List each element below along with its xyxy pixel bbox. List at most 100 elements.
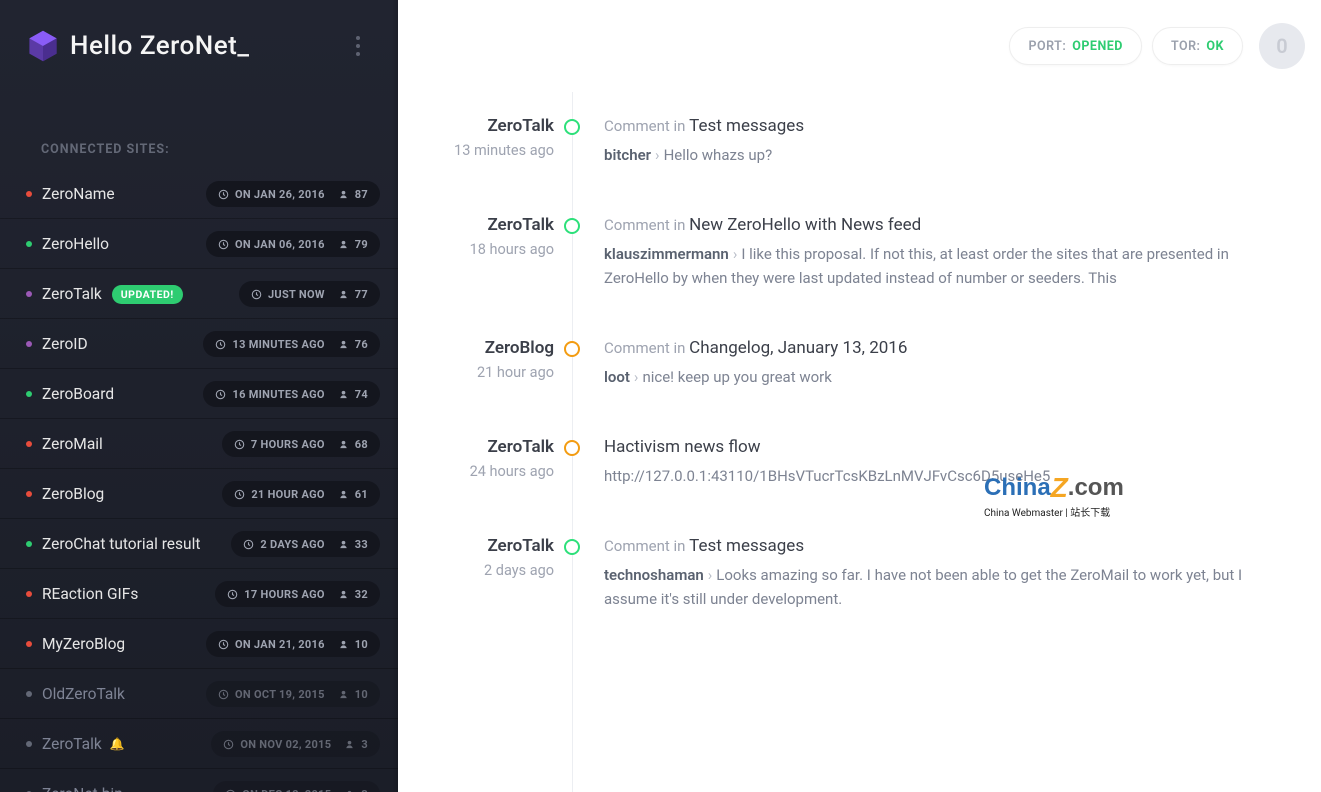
feed-body: klauszimmermann›I like this proposal. If…: [604, 243, 1278, 290]
site-peers: 61: [355, 488, 368, 501]
site-peers: 33: [355, 538, 368, 551]
status-dot-icon: [26, 191, 32, 197]
site-peers: 74: [355, 388, 368, 401]
site-name: OldZeroTalk: [42, 685, 125, 703]
site-name: ZeroTalk: [42, 735, 102, 753]
feed-title-line: Comment in Test messages: [604, 116, 804, 136]
user-icon: [338, 639, 349, 650]
clock-icon: [218, 689, 229, 700]
topbar: PORT: OPENED TOR: OK 0: [398, 0, 1321, 92]
feed-item-meta: ZeroTalk2 days ago: [398, 536, 572, 611]
app-title: Hello ZeroNet_: [70, 31, 249, 61]
feed-title: Hactivism news flow: [604, 437, 761, 457]
site-time: JUST NOW: [268, 288, 325, 301]
site-peers: 3: [361, 788, 368, 792]
site-row[interactable]: ZeroNet.binON DEC 12, 20153: [0, 769, 398, 792]
user-avatar[interactable]: 0: [1259, 23, 1305, 69]
site-meta-pill: ON JAN 06, 201679: [206, 231, 380, 257]
user-icon: [338, 289, 349, 300]
bell-icon: 🔔: [110, 737, 125, 751]
feed-item[interactable]: ZeroBlog21 hour agoComment in Changelog,…: [398, 314, 1321, 413]
feed-item[interactable]: ZeroTalk24 hours agoHactivism news flowh…: [398, 413, 1321, 512]
feed-text: nice! keep up you great work: [642, 368, 831, 386]
timeline-ring-icon: [564, 119, 580, 135]
site-row[interactable]: MyZeroBlogON JAN 21, 201610: [0, 619, 398, 669]
more-menu-button[interactable]: [344, 32, 372, 60]
feed-body: bitcher›Hello whazs up?: [604, 144, 804, 167]
feed-title-line: Comment in Changelog, January 13, 2016: [604, 338, 907, 358]
site-time: 2 DAYS AGO: [260, 538, 324, 551]
site-time: 17 HOURS AGO: [244, 588, 325, 601]
site-row[interactable]: ZeroBlog 21 HOUR AGO 61: [0, 469, 398, 519]
site-peers: 3: [361, 738, 368, 751]
site-name: ZeroID: [42, 335, 88, 353]
separator: ›: [708, 566, 713, 584]
site-peers: 76: [355, 338, 368, 351]
port-value: OPENED: [1072, 39, 1123, 54]
user-icon: [338, 539, 349, 550]
feed-prefix: Comment in: [604, 117, 689, 135]
site-peers: 68: [355, 438, 368, 451]
feed-item-content: Comment in Changelog, January 13, 2016 lo…: [588, 338, 907, 389]
site-row[interactable]: ZeroTalkUPDATED!JUST NOW77: [0, 269, 398, 319]
feed-source: ZeroTalk: [398, 536, 554, 556]
site-time: 21 HOUR AGO: [251, 488, 324, 501]
port-status-chip[interactable]: PORT: OPENED: [1009, 27, 1141, 65]
site-time: 16 MINUTES AGO: [232, 388, 324, 401]
feed-title: Test messages: [689, 116, 804, 136]
feed-title: Test messages: [689, 536, 804, 556]
site-row[interactable]: REaction GIFs17 HOURS AGO32: [0, 569, 398, 619]
feed-item[interactable]: ZeroTalk13 minutes ago Comment in Test me…: [398, 92, 1321, 191]
site-row[interactable]: ZeroTalk 🔔 ON NOV 02, 20153: [0, 719, 398, 769]
feed-title-line: Comment in Test messages: [604, 536, 1278, 556]
site-row[interactable]: ZeroHelloON JAN 06, 201679: [0, 219, 398, 269]
feed-prefix: Comment in: [604, 537, 689, 555]
site-peers: 10: [355, 688, 368, 701]
site-meta-pill: 21 HOUR AGO 61: [222, 481, 380, 507]
clock-icon: [218, 189, 229, 200]
feed-item[interactable]: ZeroTalk18 hours agoComment in New ZeroH…: [398, 191, 1321, 314]
site-meta-pill: JUST NOW 77: [239, 281, 380, 307]
site-meta-pill: 2 DAYS AGO 33: [231, 531, 380, 557]
clock-icon: [218, 239, 229, 250]
feed-item-content: Comment in Test messagestechnoshaman›Loo…: [588, 536, 1278, 611]
site-row[interactable]: ZeroNameON JAN 26, 201687: [0, 169, 398, 219]
status-dot-icon: [26, 491, 32, 497]
feed-source: ZeroTalk: [398, 215, 554, 235]
feed-user: loot: [604, 368, 630, 386]
site-row[interactable]: ZeroBoard16 MINUTES AGO74: [0, 369, 398, 419]
feed-title: New ZeroHello with News feed: [689, 215, 921, 235]
sidebar: Hello ZeroNet_ CONNECTED SITES: ZeroName…: [0, 0, 398, 792]
site-name: ZeroName: [42, 185, 115, 203]
site-peers: 77: [355, 288, 368, 301]
status-dot-icon: [26, 241, 32, 247]
site-time: 13 MINUTES AGO: [232, 338, 324, 351]
separator: ›: [634, 368, 639, 386]
site-row[interactable]: ZeroChat tutorial result2 DAYS AGO33: [0, 519, 398, 569]
feed-source: ZeroBlog: [398, 338, 554, 358]
tor-status-chip[interactable]: TOR: OK: [1152, 27, 1243, 65]
site-time: ON OCT 19, 2015: [235, 688, 325, 701]
clock-icon: [227, 589, 238, 600]
site-meta-pill: ON NOV 02, 20153: [211, 731, 380, 757]
status-dot-icon: [26, 591, 32, 597]
feed-item[interactable]: ZeroTalk2 days agoComment in Test messag…: [398, 512, 1321, 635]
site-row[interactable]: OldZeroTalk ON OCT 19, 2015 10: [0, 669, 398, 719]
feed-text: http://127.0.0.1:43110/1BHsVTucrTcsKBzLn…: [604, 467, 1050, 485]
site-time: ON JAN 26, 2016: [235, 188, 325, 201]
avatar-initial: 0: [1276, 34, 1287, 58]
user-icon: [338, 189, 349, 200]
site-row[interactable]: ZeroID 13 MINUTES AGO 76: [0, 319, 398, 369]
site-row[interactable]: ZeroMail7 HOURS AGO68: [0, 419, 398, 469]
news-feed: ChinaZ.com China Webmaster | 站长下载 ZeroTa…: [398, 92, 1321, 792]
clock-icon: [215, 389, 226, 400]
site-meta-pill: 16 MINUTES AGO 74: [203, 381, 380, 407]
feed-ago: 13 minutes ago: [398, 142, 554, 159]
site-name: ZeroTalk: [42, 285, 102, 303]
site-meta-pill: 17 HOURS AGO32: [215, 581, 380, 607]
site-meta-pill: ON JAN 21, 201610: [206, 631, 380, 657]
status-dot-icon: [26, 391, 32, 397]
site-name: ZeroBlog: [42, 485, 104, 503]
feed-item-meta: ZeroTalk13 minutes ago: [398, 116, 572, 167]
site-time: ON DEC 12, 2015: [242, 788, 331, 792]
